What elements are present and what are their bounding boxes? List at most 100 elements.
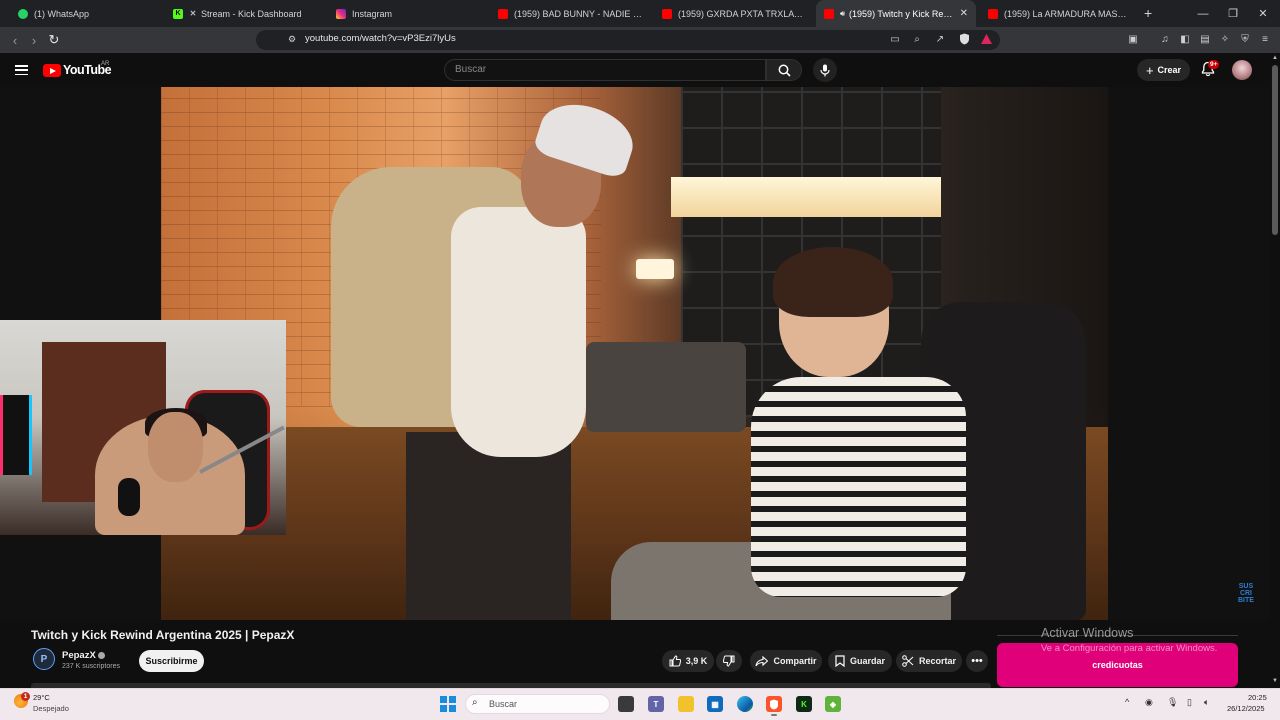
network-icon[interactable]: ▯ — [1187, 697, 1192, 708]
back-button[interactable]: ‹ — [6, 31, 24, 49]
audio-playing-icon[interactable]: 🔊︎ — [840, 9, 845, 19]
like-count: 3,9 K — [685, 656, 708, 666]
tab-whatsapp[interactable]: (1) WhatsApp — [10, 0, 160, 27]
wallet-icon[interactable]: ▤ — [1198, 32, 1212, 46]
clip-label: Recortar — [918, 656, 956, 666]
brave-browser-icon[interactable] — [766, 696, 782, 716]
tab-kick-dashboard[interactable]: K ✕ Stream - Kick Dashboard — [165, 0, 325, 27]
streamer-webcam-overlay — [0, 320, 286, 535]
url-text[interactable]: youtube.com/watch?v=vP3Ezi7lyUs — [305, 33, 456, 44]
bookmark-icon — [835, 655, 845, 667]
site-info-icon[interactable]: ⚙ — [285, 32, 299, 46]
microphone-icon — [820, 64, 830, 76]
whatsapp-icon — [18, 8, 28, 19]
tab-title: Stream - Kick Dashboard — [201, 8, 302, 19]
vpn-shield-icon[interactable]: ⛨ — [1238, 32, 1252, 46]
save-button[interactable]: Guardar — [828, 650, 892, 672]
video-frame — [161, 87, 1108, 620]
plus-icon: + — [1145, 62, 1154, 78]
activate-windows-title: Activar Windows — [1041, 626, 1134, 640]
kick-app-icon[interactable]: K — [796, 696, 812, 712]
leo-ai-icon[interactable]: ✧ — [1218, 32, 1232, 46]
clip-button[interactable]: Recortar — [896, 650, 962, 672]
kick-icon: K — [173, 8, 183, 19]
tab-instagram[interactable]: Instagram — [328, 0, 483, 27]
search-icon: ⌕ — [472, 697, 478, 708]
media-icon[interactable]: ♫ — [1158, 32, 1172, 46]
hamburger-menu-icon[interactable] — [15, 65, 28, 75]
show-hidden-icons-chevron[interactable]: ^ — [1125, 697, 1129, 707]
taskbar-search-input[interactable] — [465, 694, 610, 714]
close-window-button[interactable]: ✕ — [1248, 0, 1278, 27]
maximize-button[interactable]: ❐ — [1218, 0, 1248, 27]
youtube-logo-icon[interactable] — [43, 64, 61, 77]
subscribe-watermark-logo[interactable]: SUS CRI BITE — [1238, 583, 1254, 604]
tab-title: (1959) La ARMADURA MAS RARA de — [1004, 8, 1127, 19]
brave-rewards-icon[interactable] — [979, 32, 993, 46]
tab-youtube-armadura[interactable]: (1959) La ARMADURA MAS RARA de — [980, 0, 1135, 27]
teams-icon[interactable]: T — [648, 696, 664, 712]
scroll-down-arrow[interactable]: ▼ — [1272, 678, 1278, 684]
clock-date[interactable]: 26/12/2025 — [1227, 704, 1265, 713]
thumbs-up-icon — [669, 655, 681, 667]
video-title: Twitch y Kick Rewind Argentina 2025 | Pe… — [31, 628, 295, 642]
subscriber-count: 237 K suscriptores — [62, 663, 120, 670]
tab-youtube-gxrda[interactable]: (1959) GXRDA PXTA TRXLA - YouTub — [654, 0, 812, 27]
tab-youtube-active[interactable]: 🔊︎ (1959) Twitch y Kick Rewind A ✕ — [816, 0, 976, 27]
menu-icon[interactable]: ≡ — [1258, 32, 1272, 46]
reload-button[interactable]: ↻ — [45, 31, 63, 49]
taskbar-search-placeholder: Buscar — [489, 699, 518, 709]
windows-start-icon[interactable] — [440, 696, 456, 712]
microphone-tray-icon[interactable]: 🎙︎ — [1167, 697, 1178, 708]
weather-description[interactable]: Despejado — [33, 704, 69, 713]
page-scrollbar[interactable]: ▲ ▼ — [1270, 53, 1280, 688]
more-actions-button[interactable]: ••• — [966, 650, 988, 672]
file-explorer-icon[interactable] — [678, 696, 694, 712]
share-icon[interactable]: ↗ — [933, 32, 947, 46]
youtube-icon — [662, 8, 672, 19]
create-label: Crear — [1157, 65, 1182, 75]
search-input[interactable] — [444, 59, 766, 81]
windows-taskbar — [0, 688, 1280, 720]
channel-avatar[interactable]: P — [33, 648, 55, 670]
screen: (1) WhatsApp K ✕ Stream - Kick Dashboard… — [0, 0, 1280, 720]
volume-icon[interactable]: 🔈︎ — [1204, 697, 1209, 708]
game-app-icon[interactable]: ◈ — [825, 696, 841, 712]
region-code: AR — [101, 61, 110, 67]
search-placeholder: Buscar — [455, 64, 487, 75]
subscribe-button[interactable]: Suscribirme — [139, 650, 204, 672]
account-avatar[interactable] — [1232, 60, 1252, 80]
channel-name[interactable]: PepazX — [62, 650, 96, 661]
zoom-icon[interactable]: ⌕ — [910, 32, 924, 46]
tab-youtube-bad-bunny[interactable]: (1959) BAD BUNNY - NADIE SABE (V — [490, 0, 650, 27]
brave-shield-icon[interactable] — [957, 32, 971, 46]
create-button[interactable]: + Crear — [1137, 59, 1190, 81]
cast-icon[interactable]: ▭ — [888, 32, 902, 46]
edge-icon[interactable] — [737, 696, 753, 712]
clock-time[interactable]: 20:25 — [1248, 693, 1267, 702]
sidebar-panel-icon[interactable]: ▣ — [1126, 32, 1140, 46]
voice-search-button[interactable] — [813, 58, 837, 82]
close-tab-icon[interactable]: ✕ — [960, 8, 968, 19]
weather-temperature[interactable]: 29°C — [33, 693, 50, 702]
search-button[interactable] — [766, 59, 802, 81]
microsoft-store-icon[interactable]: ▦ — [707, 696, 723, 712]
instagram-icon — [336, 8, 346, 19]
scissors-icon — [902, 655, 914, 667]
youtube-icon — [498, 8, 508, 19]
tab-title: (1959) Twitch y Kick Rewind A — [849, 8, 954, 19]
share-button[interactable]: Compartir — [750, 650, 822, 672]
new-tab-button[interactable]: + — [1144, 5, 1152, 21]
reader-icon[interactable]: ◧ — [1178, 32, 1192, 46]
task-view-icon[interactable] — [618, 696, 634, 712]
like-button[interactable]: 3,9 K — [662, 650, 714, 672]
minimize-button[interactable]: — — [1188, 0, 1218, 27]
forward-button[interactable]: › — [25, 31, 43, 49]
activate-windows-subtitle: Ve a Configuración para activar Windows. — [1041, 643, 1218, 654]
weather-alert-badge: 1 — [21, 692, 30, 701]
scrollbar-thumb[interactable] — [1272, 65, 1278, 235]
scroll-up-arrow[interactable]: ▲ — [1272, 55, 1278, 61]
search-icon — [778, 64, 791, 77]
tray-app-icon[interactable]: ◉ — [1145, 697, 1153, 708]
dislike-button[interactable] — [716, 650, 742, 672]
